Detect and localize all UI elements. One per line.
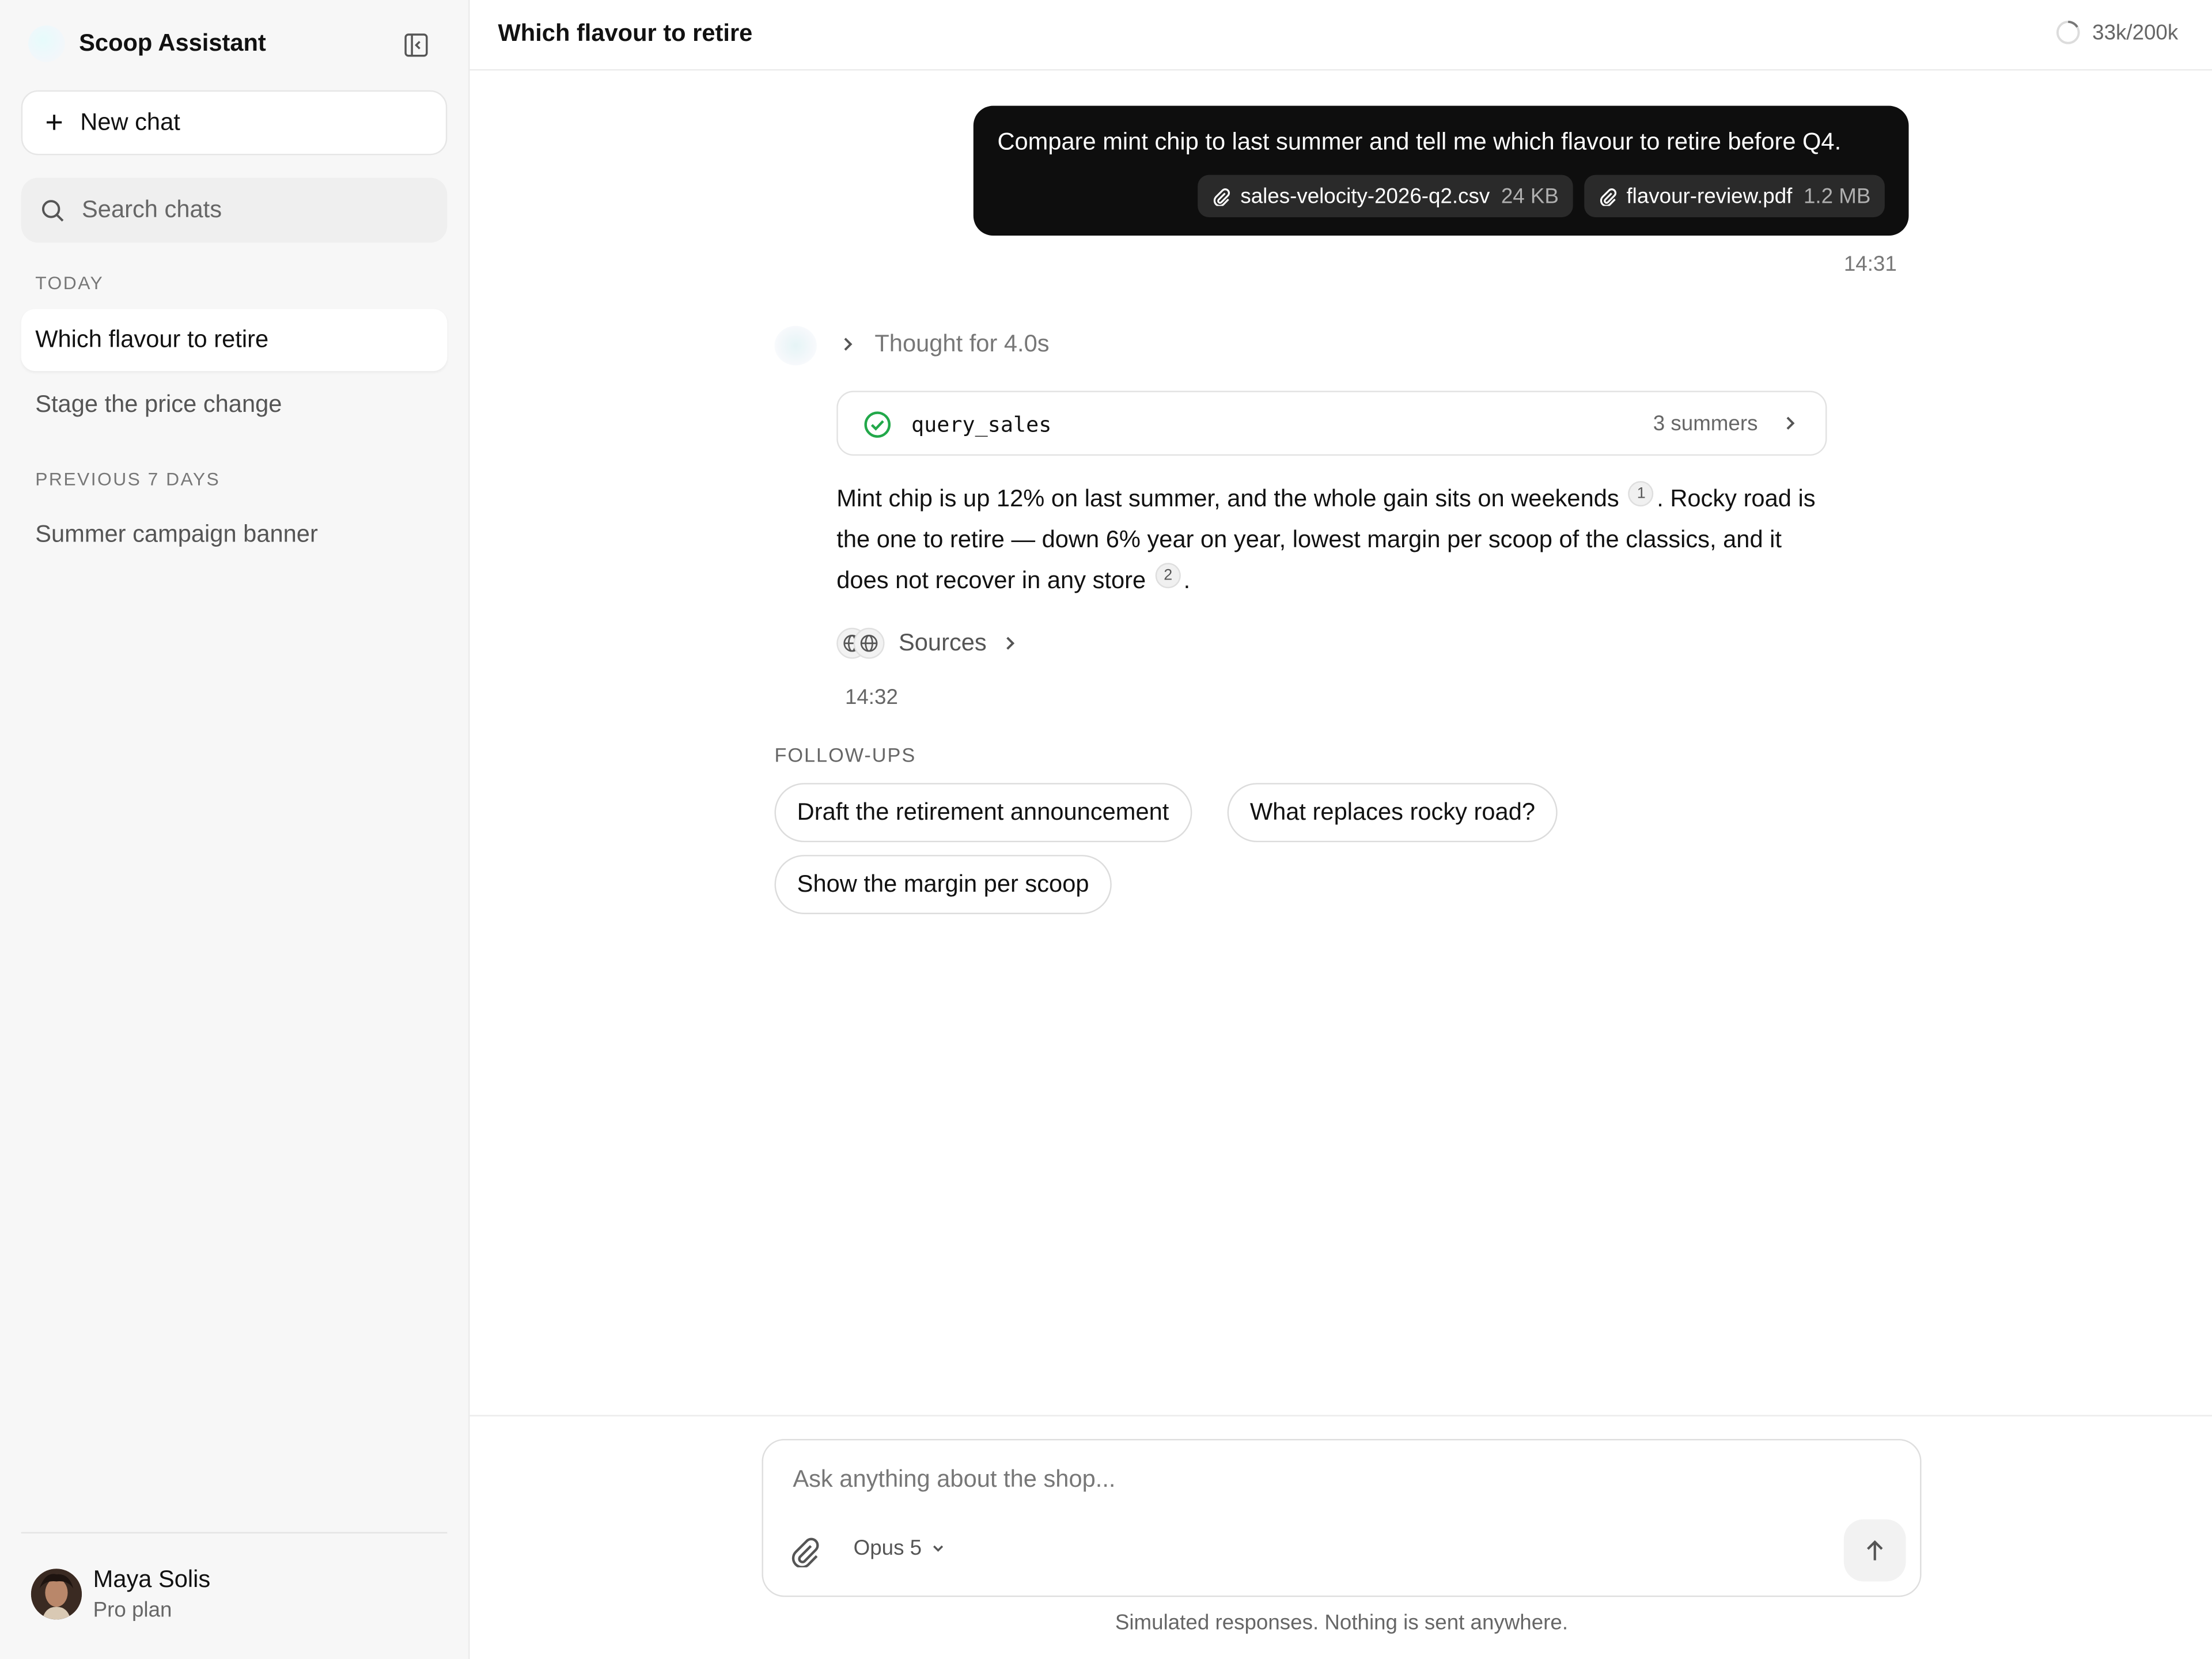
attachment-pdf[interactable]: flavour-review.pdf 1.2 MB [1584,175,1885,218]
chat-item-stage-price[interactable]: Stage the price change [21,374,448,436]
attachment-name: sales-velocity-2026-q2.csv [1240,184,1490,209]
composer-divider [469,1415,2212,1416]
section-label-today: TODAY [35,272,104,294]
thought-toggle[interactable]: Thought for 4.0s [841,330,1050,358]
thought-label: Thought for 4.0s [874,330,1050,357]
arrow-up-icon [1867,1540,1883,1560]
chevron-right-icon [1786,416,1795,430]
user-message-time: 14:31 [1843,252,1897,277]
context-usage: 33k/200k [2055,20,2178,45]
brand-logo-icon [28,25,65,62]
followup-chip[interactable]: What replaces rocky road? [1227,783,1558,843]
message-input[interactable] [790,1463,1862,1506]
attachment-size: 24 KB [1501,184,1559,209]
search-input[interactable] [79,194,418,226]
tool-call-card[interactable]: query_sales 3 summers [836,391,1827,456]
assistant-avatar-icon [774,325,817,366]
model-selector[interactable]: Opus 5 [854,1536,946,1560]
user-message-bubble: Compare mint chip to last summer and tel… [973,105,1909,236]
model-name: Opus 5 [853,1536,922,1560]
chat-header: Which flavour to retire 33k/200k [469,0,2212,71]
section-label-previous: PREVIOUS 7 DAYS [35,468,221,490]
app-window: Scoop Assistant + New chat TODAY Which f… [0,0,2212,1659]
assistant-answer: Mint chip is up 12% on last summer, and … [836,478,1824,601]
chat-item-which-flavour[interactable]: Which flavour to retire [21,309,448,372]
answer-text: . [1183,567,1191,594]
citation-badge[interactable]: 2 [1155,563,1181,589]
sidebar: Scoop Assistant + New chat TODAY Which f… [0,0,470,1659]
followups-label: FOLLOW-UPS [774,743,916,766]
sidebar-divider [21,1532,448,1534]
attachment-csv[interactable]: sales-velocity-2026-q2.csv 24 KB [1198,175,1573,218]
plus-icon: + [45,104,63,140]
brand: Scoop Assistant [28,25,266,62]
composer: Opus 5 [762,1438,1922,1597]
context-usage-text: 33k/200k [2092,20,2179,45]
paperclip-icon [791,1537,819,1569]
check-circle-icon [864,411,891,438]
sidebar-collapse-icon [404,33,428,57]
chat-item-summer-campaign[interactable]: Summer campaign banner [21,503,448,566]
user-profile[interactable]: Maya Solis Pro plan [31,1566,210,1622]
context-ring-icon [2056,21,2080,44]
search-icon [41,199,64,221]
chevron-down-icon [933,1544,944,1551]
citation-badge[interactable]: 1 [1628,481,1654,507]
send-button[interactable] [1843,1519,1906,1582]
followup-chip[interactable]: Show the margin per scoop [774,855,1112,914]
search-chats [21,177,448,243]
new-chat-label: New chat [80,108,180,136]
tool-meta: 3 summers [1653,412,1758,436]
attach-file-button[interactable] [789,1536,823,1570]
collapse-sidebar-button[interactable] [398,27,435,64]
disclaimer: Simulated responses. Nothing is sent any… [1115,1611,1569,1635]
attachments: sales-velocity-2026-q2.csv 24 KB flavour… [1198,175,1885,218]
attachment-size: 1.2 MB [1803,184,1871,209]
paperclip-icon [1214,187,1230,206]
source-favicons [836,627,885,659]
user-plan: Pro plan [93,1598,172,1623]
followup-chip[interactable]: Draft the retirement announcement [774,783,1192,843]
paperclip-icon [1600,187,1616,206]
globe-icon [853,627,885,659]
brand-name: Scoop Assistant [79,29,266,56]
chevron-right-icon [844,338,853,351]
sources-toggle[interactable]: Sources [836,627,1017,659]
page-title: Which flavour to retire [498,20,753,47]
answer-text: Mint chip is up 12% on last summer, and … [836,485,1619,512]
avatar [31,1569,82,1620]
attachment-name: flavour-review.pdf [1626,184,1793,209]
tool-name: query_sales [911,412,1052,438]
avatar-portrait-icon [31,1569,82,1620]
user-name: Maya Solis [93,1566,211,1593]
new-chat-button[interactable]: + New chat [21,90,448,156]
sources-label: Sources [899,629,987,656]
assistant-message-time: 14:32 [844,685,898,710]
user-message-text: Compare mint chip to last summer and tel… [997,128,1842,156]
chevron-right-icon [1007,637,1016,650]
